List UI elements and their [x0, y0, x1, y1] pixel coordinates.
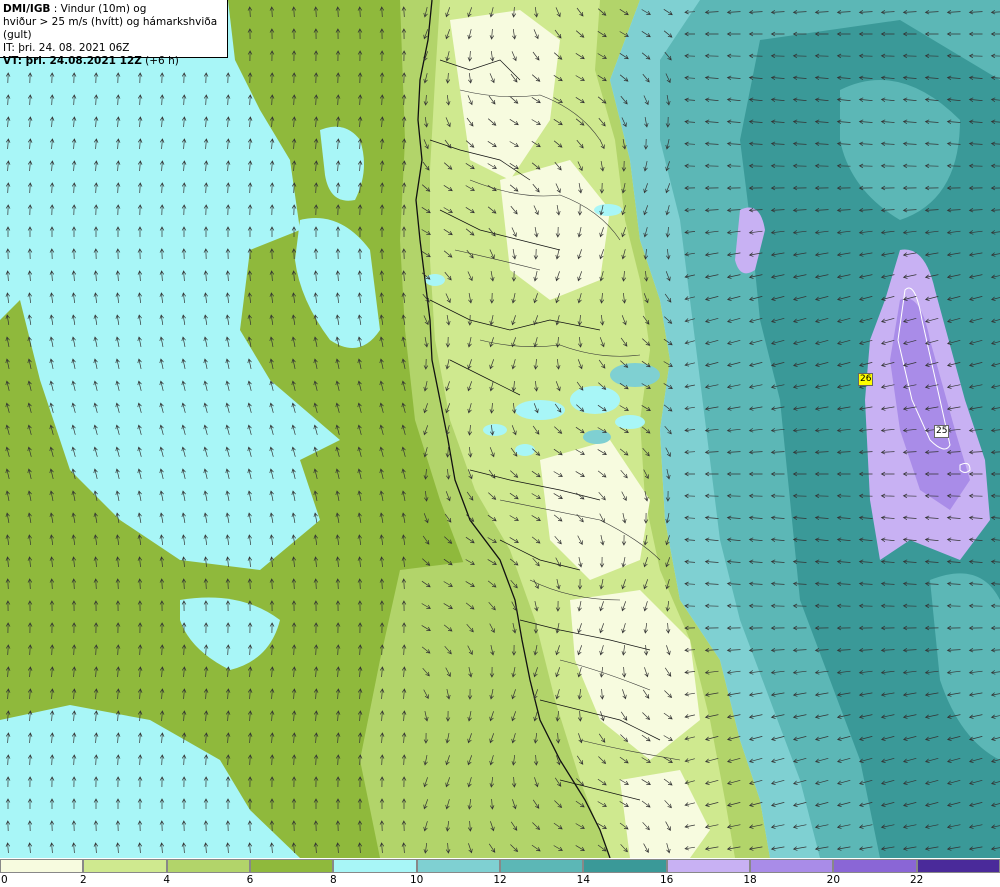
valid-time: VT: þri. 24.08.2021 12Z	[3, 55, 142, 67]
legend-tick-label: 4	[163, 874, 170, 886]
legend-swatch	[916, 859, 1000, 873]
legend-tick-label: 14	[576, 874, 591, 886]
legend-tick-label: 10	[409, 874, 424, 886]
legend-swatch	[166, 859, 250, 873]
legend-tick-label: 12	[493, 874, 507, 886]
legend-swatch	[0, 859, 84, 873]
legend-swatch	[500, 859, 584, 873]
legend-swatch	[666, 859, 750, 873]
legend-swatch	[416, 859, 500, 873]
gust-value-label: 25	[934, 425, 950, 438]
legend-tick-label: 20	[826, 874, 841, 886]
valid-time-line: VT: þri. 24.08.2021 12Z (+6 h)	[3, 55, 224, 68]
legend-tick-label: 18	[743, 874, 757, 886]
legend-swatch	[750, 859, 834, 873]
max-gust-label: 26	[858, 373, 874, 386]
legend-swatch	[833, 859, 917, 873]
legend-tick-label: 2	[79, 874, 87, 886]
legend-tick-label: 8	[329, 874, 337, 886]
wind-speed-legend: 0 2 4 6 8 10 12 14 16 18 20 22	[0, 858, 1000, 887]
source-label: DMI/IGB	[3, 3, 51, 15]
map-info-box: DMI/IGB : Vindur (10m) og hviður > 25 m/…	[0, 0, 228, 67]
subtitle-line: hviður > 25 m/s (hvítt) og hámarkshviða …	[3, 16, 218, 41]
title-text: : Vindur (10m) og	[50, 3, 147, 15]
legend-swatch	[333, 859, 417, 873]
legend-tick-label: 0	[1, 874, 8, 886]
legend-swatch	[83, 859, 167, 873]
issue-time: IT: þri. 24. 08. 2021 06Z	[3, 42, 130, 54]
legend-tick-label: 16	[659, 874, 674, 886]
valid-offset: (+6 h)	[141, 55, 179, 67]
title-line: DMI/IGB : Vindur (10m) og	[3, 3, 224, 16]
legend-tick-label: 6	[246, 874, 254, 886]
legend-tick-label: 22	[909, 874, 924, 886]
wind-map	[0, 0, 1000, 858]
legend-swatch	[583, 859, 667, 873]
legend-swatch	[250, 859, 334, 873]
